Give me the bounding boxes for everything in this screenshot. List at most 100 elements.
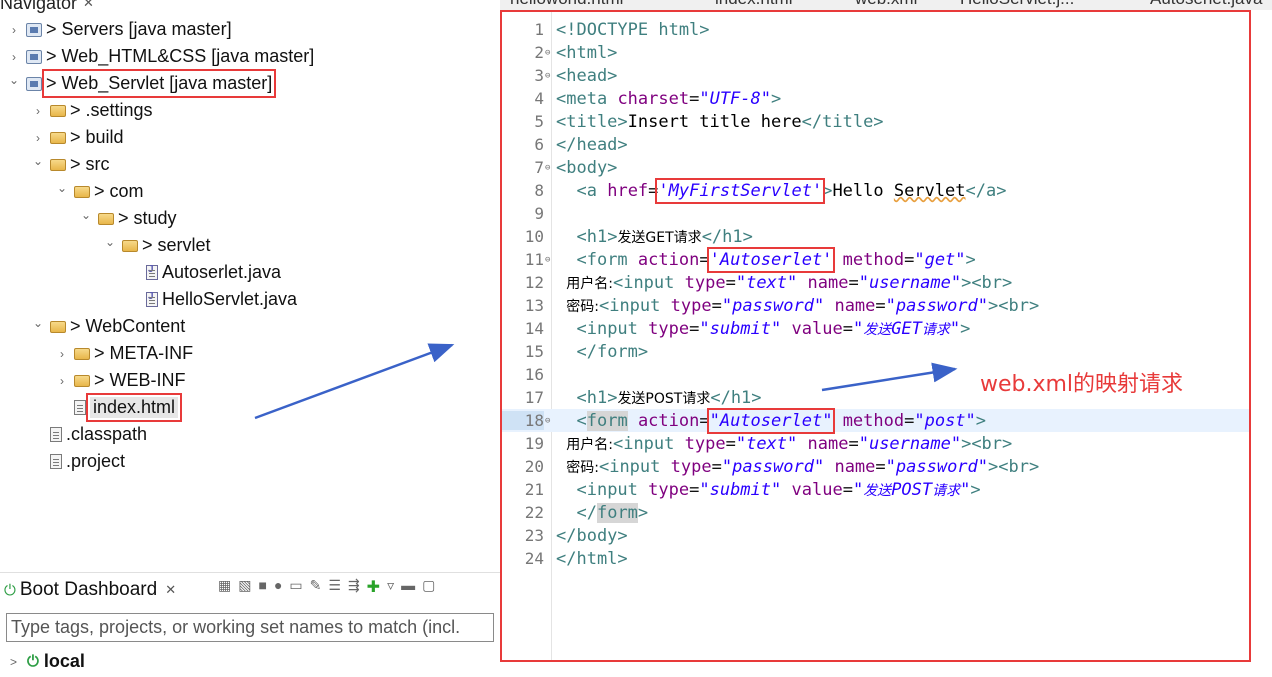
close-icon[interactable]: ✕ — [165, 582, 176, 598]
properties-icon[interactable]: ☰ — [328, 577, 341, 597]
close-icon[interactable]: ✕ — [83, 0, 94, 11]
editor-tab-bar: helloworld.html index.html web.xml HelloSer… — [500, 0, 1272, 10]
tree-item[interactable]: › > build — [0, 124, 500, 151]
code-line[interactable]: 7 ⊖ <body> — [502, 156, 1249, 179]
code-line[interactable]: 21 <input type="submit" value="发送POST请求"… — [502, 478, 1249, 501]
code-line[interactable]: 22 </form> — [502, 501, 1249, 524]
tree-item-label: > com — [94, 181, 144, 201]
collapse-icon[interactable]: ⊖ — [544, 48, 554, 58]
chevron-right-icon[interactable]: › — [30, 104, 46, 118]
code-line[interactable]: 4 <meta charset="UTF-8"> — [502, 87, 1249, 110]
code-line[interactable]: 11 ⊖ <form action='Autoserlet' method="ge… — [502, 246, 1249, 273]
code-line[interactable]: 18 ⊖ <form action="Autoserlet" method="po… — [502, 407, 1249, 434]
tree-item[interactable]: › > META-INF — [0, 340, 500, 367]
chevron-down-icon[interactable]: ⌄ — [54, 181, 70, 195]
line-number: 15 — [524, 342, 544, 361]
editor-tab[interactable]: web.xml — [855, 0, 917, 9]
line-number: 3 — [534, 66, 544, 85]
code-line[interactable]: 12 用户名:<input type="text" name="username… — [502, 271, 1249, 294]
tree-item[interactable]: › > Servers [java master] — [0, 16, 500, 43]
start-icon[interactable]: ▦ — [218, 577, 231, 597]
chevron-right-icon[interactable]: › — [54, 374, 70, 388]
line-number: 13 — [524, 296, 544, 315]
tree-item[interactable]: › > .settings — [0, 97, 500, 124]
tree-item-label: > Web_Servlet [java master] — [41, 69, 277, 98]
code-line[interactable]: 9 — [502, 202, 1249, 225]
line-number: 18 — [502, 411, 544, 430]
folder-icon — [74, 347, 90, 360]
collapse-icon[interactable]: ⊖ — [544, 255, 554, 265]
code-text: <form action='Autoserlet' method="get"> — [576, 246, 976, 273]
collapse-icon[interactable]: ⊖ — [544, 163, 554, 173]
code-area[interactable]: 1 <!DOCTYPE html> 2 ⊖ <html> 3 ⊖ <head> 4 <meta c… — [502, 18, 1249, 570]
tree-item[interactable]: index.html — [0, 393, 500, 422]
file-icon — [50, 427, 62, 442]
code-line[interactable]: 15 </form> — [502, 340, 1249, 363]
code-text: <!DOCTYPE html> — [556, 19, 710, 40]
debug-icon[interactable]: ▧ — [238, 577, 251, 597]
editor-tab[interactable]: Autoserlet.java — [1150, 0, 1262, 9]
add-icon[interactable]: ✚ — [367, 577, 380, 597]
tree-item[interactable]: ⌄ > study — [0, 205, 500, 232]
boot-dashboard-filter-input[interactable] — [6, 613, 494, 642]
open-browser-icon[interactable]: ● — [274, 577, 282, 597]
code-line[interactable]: 5 <title>Insert title here</title> — [502, 110, 1249, 133]
code-line[interactable]: 13 密码:<input type="password" name="passw… — [502, 294, 1249, 317]
tree-item[interactable]: ⌄ > src — [0, 151, 500, 178]
chevron-down-icon[interactable]: ⌄ — [102, 235, 118, 249]
tree-item[interactable]: HelloServlet.java — [0, 286, 500, 313]
tree-item[interactable]: Autoserlet.java — [0, 259, 500, 286]
editor-tab[interactable]: HelloServlet.j... — [960, 0, 1074, 9]
chevron-down-icon[interactable]: ⌄ — [78, 208, 94, 222]
code-line[interactable]: 14 <input type="submit" value="发送GET请求"> — [502, 317, 1249, 340]
code-line[interactable]: 8 <a href='MyFirstServlet'>Hello Servlet… — [502, 177, 1249, 204]
code-line[interactable]: 10 <h1>发送GET请求</h1> — [502, 225, 1249, 248]
tree-item[interactable]: ⌄ > servlet — [0, 232, 500, 259]
local-target-label: local — [43, 651, 85, 671]
code-line[interactable]: 19 用户名:<input type="text" name="username… — [502, 432, 1249, 455]
code-line[interactable]: 2 ⊖ <html> — [502, 41, 1249, 64]
chevron-right-icon[interactable]: › — [30, 131, 46, 145]
code-editor[interactable]: 1 <!DOCTYPE html> 2 ⊖ <html> 3 ⊖ <head> 4 <meta c… — [500, 10, 1251, 662]
tree-item[interactable]: ⌄ > com — [0, 178, 500, 205]
boot-dashboard-toolbar: ▦ ▧ ■ ● ▭ ✎ ☰ ⇶ ✚ ▿ ▬ ▢ — [218, 577, 435, 597]
chevron-right-icon[interactable]: › — [54, 347, 70, 361]
chevron-right-icon[interactable]: › — [6, 50, 22, 64]
code-line[interactable]: 3 ⊖ <head> — [502, 64, 1249, 87]
local-target-item[interactable]: > ⏻ local — [10, 651, 85, 672]
chevron-down-icon[interactable]: ⌄ — [30, 316, 46, 330]
tree-item[interactable]: ⌄ > WebContent — [0, 313, 500, 340]
collapse-icon[interactable]: ⊖ — [544, 71, 554, 81]
console-icon[interactable]: ▭ — [289, 577, 302, 597]
editor-tab[interactable]: index.html — [715, 0, 792, 9]
code-line[interactable]: 24 </html> — [502, 547, 1249, 570]
tree-item[interactable]: .project — [0, 448, 500, 475]
stop-icon[interactable]: ■ — [258, 577, 266, 597]
folder-icon — [98, 212, 114, 225]
collapse-icon[interactable]: ⊖ — [544, 416, 554, 426]
code-line[interactable]: 20 密码:<input type="password" name="passw… — [502, 455, 1249, 478]
chevron-right-icon[interactable]: > — [10, 655, 17, 669]
chevron-down-icon[interactable]: ⌄ — [30, 154, 46, 168]
tree-item[interactable]: ⌄ > Web_Servlet [java master] — [0, 69, 500, 98]
edit-icon[interactable]: ✎ — [310, 577, 322, 597]
deploy-icon[interactable]: ⇶ — [348, 577, 360, 597]
code-text: <input type="submit" value="发送GET请求"> — [576, 318, 971, 339]
maximize-icon[interactable]: ▢ — [422, 577, 435, 597]
tree-item[interactable]: › > Web_HTML&CSS [java master] — [0, 43, 500, 70]
tree-item-label: > src — [70, 154, 110, 174]
tree-item[interactable]: .classpath — [0, 421, 500, 448]
java-file-icon — [146, 264, 158, 280]
chevron-down-icon[interactable]: ⌄ — [6, 73, 22, 87]
code-line[interactable]: 23 </body> — [502, 524, 1249, 547]
boot-dashboard-title: Boot Dashboard — [19, 579, 158, 600]
project-icon — [26, 49, 42, 64]
chevron-right-icon[interactable]: › — [6, 23, 22, 37]
editor-tab[interactable]: helloworld.html — [510, 0, 623, 9]
tree-item[interactable]: › > WEB-INF — [0, 367, 500, 394]
view-menu-icon[interactable]: ▿ — [387, 577, 394, 597]
tree-item-label: .project — [66, 451, 126, 471]
code-line[interactable]: 1 <!DOCTYPE html> — [502, 18, 1249, 41]
minimize-icon[interactable]: ▬ — [401, 577, 415, 597]
code-line[interactable]: 6 </head> — [502, 133, 1249, 156]
